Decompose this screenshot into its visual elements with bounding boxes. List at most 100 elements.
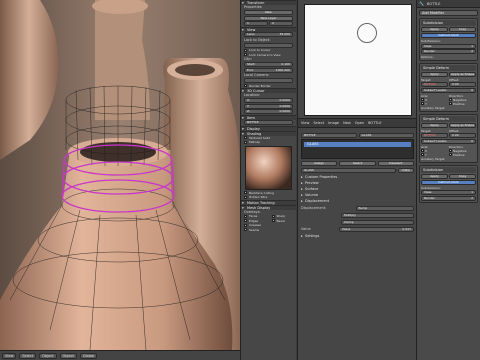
cursor-x-field[interactable]: X: 0.0000 <box>244 98 293 103</box>
seams-checkbox[interactable]: Seams <box>241 228 269 233</box>
bottle-back-center <box>95 0 150 120</box>
subdivisions-label: Subdivisions: <box>421 185 441 190</box>
catmull-clark-button[interactable]: Catmull-Clark <box>421 179 476 185</box>
panel-mesh-display[interactable]: Mesh Display <box>241 204 296 211</box>
modifier-header: 🔧 BOTTLE <box>417 0 480 8</box>
add-modifier-dropdown[interactable]: Add Modifier <box>419 10 478 16</box>
subdivisions-label: Subdivisions: <box>421 39 441 43</box>
offset-field[interactable]: 0.00 <box>449 82 476 87</box>
displacement-label: Displacement: <box>301 205 327 210</box>
options-label: Options: <box>421 54 434 59</box>
cursor-z-field[interactable]: Z: 0.0000 <box>244 109 293 114</box>
material-panel: View Select Image New Open BOTTLE BOTTLE… <box>297 0 416 360</box>
bevel-checkbox[interactable]: Bevel <box>269 219 297 224</box>
mode-selector[interactable]: Object <box>59 352 77 359</box>
panel-transform[interactable]: Transform <box>241 0 296 6</box>
local-camera-label: Local Camera: <box>244 73 270 77</box>
modifier-simple-deform-2: Simple Deform Apply Apply as Shape Targe… <box>419 113 478 163</box>
lens-field[interactable]: Lens: 35.000 <box>244 32 293 37</box>
displacement-mode[interactable]: Bump <box>355 205 414 211</box>
positive-checkbox[interactable]: Positive <box>449 153 476 157</box>
layer-2[interactable]: 2 <box>269 21 293 26</box>
material-slot-glass[interactable]: GLASS <box>304 142 411 147</box>
select-menu[interactable]: Select <box>19 352 37 359</box>
copy-button[interactable]: Copy <box>449 173 476 179</box>
target-label: Target: <box>421 77 432 82</box>
preview-circle <box>357 23 377 43</box>
apply-as-shape-button[interactable]: Apply as Shape <box>449 122 476 128</box>
subsurf-levels-field[interactable]: Subsurf Levels: 0 <box>421 88 476 93</box>
modifier-title[interactable]: Simple Deform <box>421 64 476 71</box>
offset-field[interactable]: 0.00 <box>449 133 476 138</box>
axis-y-checkbox[interactable]: Y <box>421 102 448 106</box>
material-field[interactable]: GLASS <box>358 132 414 138</box>
clip-end-field[interactable]: End: 1000.000 <box>244 67 293 73</box>
value-field[interactable]: Value 0.037 <box>339 226 414 232</box>
view-menu[interactable]: View <box>2 352 17 359</box>
catmull-clark-button[interactable]: Catmull-Clark <box>421 33 476 38</box>
matcap-checkbox[interactable]: Matcap <box>241 140 296 145</box>
wrench-icon[interactable]: 🔧 <box>419 1 424 6</box>
modifier-title[interactable]: Simple Deform <box>421 115 476 122</box>
modifier-title[interactable]: Subdivision <box>421 166 476 173</box>
multiply-field[interactable]: Multiply <box>341 212 414 218</box>
material-data-field[interactable]: GLASS <box>301 167 396 173</box>
new-layer-button[interactable]: New Layer <box>244 15 293 21</box>
clip-start-field[interactable]: Start: 0.100 <box>244 62 293 67</box>
clip-label: Clip: <box>244 57 252 61</box>
data-button[interactable]: Data <box>398 167 414 173</box>
matcap-preview[interactable] <box>245 145 292 190</box>
assign-button[interactable]: Assign <box>301 160 338 166</box>
object-field[interactable]: BOTTLE <box>301 132 357 138</box>
select-menu-2[interactable]: Select <box>312 121 325 125</box>
displacement-section[interactable]: Displacement <box>301 198 414 204</box>
item-name-field[interactable]: BOTTLE <box>244 120 293 125</box>
image-name[interactable]: BOTTLE <box>367 121 382 125</box>
view-menu-2[interactable]: View <box>300 121 310 125</box>
apply-as-shape-button[interactable]: Apply as Shape <box>449 71 476 77</box>
settings-section[interactable]: Settings <box>301 233 414 239</box>
offset-label: Offset: <box>449 128 460 133</box>
view-levels-field[interactable]: View: 1 <box>421 190 476 195</box>
deselect-button[interactable]: Deselect <box>377 160 414 166</box>
layer-1[interactable]: 1 <box>244 21 268 26</box>
lock-object-field[interactable] <box>244 42 293 48</box>
clamp-field[interactable]: Clamp <box>341 219 414 225</box>
image-preview[interactable] <box>304 4 412 116</box>
select-button[interactable]: Select <box>339 160 376 166</box>
panel-view[interactable]: View <box>241 26 296 33</box>
view-levels-field[interactable]: View: 1 <box>421 43 476 49</box>
pivot-selector[interactable]: Global <box>79 352 98 359</box>
cursor-y-field[interactable]: Y: 0.0000 <box>244 103 293 109</box>
panel-shading[interactable]: Shading <box>241 130 296 137</box>
target-label: Target: <box>421 128 432 133</box>
apply-button[interactable]: Apply <box>421 27 448 32</box>
auxiliary-target-label: Auxiliary Target: <box>421 156 446 161</box>
target-field[interactable]: BOTTLE <box>421 82 448 87</box>
lock-to-object-label: Lock to Object: <box>244 37 271 42</box>
new-image-button[interactable]: New <box>342 121 352 125</box>
positive-checkbox[interactable]: Positive <box>449 102 476 106</box>
panel-item[interactable]: Item <box>241 114 296 121</box>
modifier-panel: 🔧 BOTTLE Add Modifier Subdivision Apply … <box>416 0 480 360</box>
object-menu[interactable]: Object <box>39 352 57 359</box>
copy-button[interactable]: Copy <box>449 27 476 32</box>
render-levels-field[interactable]: Render: 2 <box>421 49 476 54</box>
panel-3d-cursor[interactable]: 3D Cursor <box>241 88 296 94</box>
axis-y-checkbox[interactable]: Y <box>421 153 448 157</box>
apply-button[interactable]: Apply <box>421 173 448 179</box>
local-camera-field[interactable] <box>244 78 293 83</box>
3d-viewport[interactable] <box>0 0 240 350</box>
value-label: Value <box>301 226 311 231</box>
apply-button[interactable]: Apply <box>421 122 448 128</box>
subsurf-levels-field[interactable]: Subsurf Levels: 0 <box>421 139 476 144</box>
image-menu[interactable]: Image <box>327 121 340 125</box>
open-image-button[interactable]: Open <box>354 121 365 125</box>
apply-button[interactable]: Apply <box>421 71 448 77</box>
render-levels-field[interactable]: Render: 2 <box>421 195 476 201</box>
new-button[interactable]: New <box>244 10 293 15</box>
material-slot-list[interactable]: GLASS <box>301 139 414 159</box>
target-field[interactable]: BOTTLE <box>421 133 448 138</box>
viewport-scene <box>0 0 240 350</box>
modifier-title[interactable]: Subdivision <box>421 20 476 26</box>
